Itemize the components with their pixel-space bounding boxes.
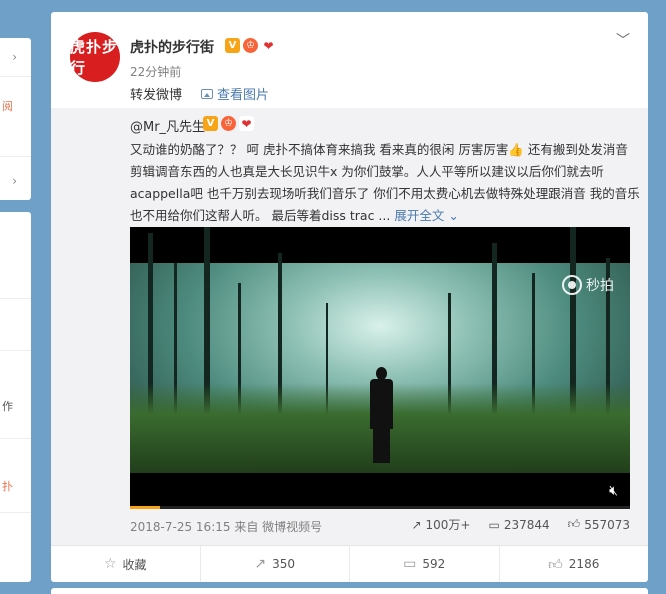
camera-icon <box>562 275 582 295</box>
next-feed-card <box>51 588 648 594</box>
mute-icon[interactable]: 🔇︎ <box>609 483 618 499</box>
repost-text: 又动谁的奶酪了？？ 呵 虎扑不搞体育来搞我 看来真的很闲 厉害厉害👍 还有搬到处… <box>130 139 640 227</box>
video-player[interactable]: 秒拍 🔇︎ <box>130 227 630 509</box>
like-icon: 👍︎ <box>567 517 581 531</box>
favorite-button[interactable]: ☆ 收藏 <box>51 546 201 582</box>
sidebar-item-hupu[interactable]: 扑 <box>0 478 31 494</box>
repost-forward-stat[interactable]: ↗ 100万+ <box>411 516 470 533</box>
repost-author[interactable]: @Mr_凡先生 <box>130 116 205 135</box>
repost-meta[interactable]: 2018-7-25 16:15 来自 微博视频号 <box>130 518 322 535</box>
sidebar-card-top: › 阅 › <box>0 38 31 200</box>
repost-comment-stat[interactable]: ▭ 237844 <box>488 516 549 533</box>
repost-body: 又动谁的奶酪了？？ 呵 虎扑不搞体育来搞我 看来真的很闲 厉害厉害👍 还有搬到处… <box>130 142 640 223</box>
image-icon <box>201 88 213 99</box>
forward-button[interactable]: ↗ 350 <box>201 546 350 582</box>
like-button[interactable]: 👍︎ 2186 <box>500 546 649 582</box>
comment-icon: ▭ <box>488 517 500 532</box>
comment-icon: ▭ <box>403 556 417 572</box>
verified-icon[interactable]: V <box>203 116 218 131</box>
feed-card: 虎扑步行 虎扑的步行街 V ♔ ❤ 22分钟前 ﹀ 转发微博 查看图片 @Mr_… <box>51 12 648 582</box>
repost-like-stat[interactable]: 👍︎ 557073 <box>568 516 630 533</box>
author-name[interactable]: 虎扑的步行街 <box>130 37 214 57</box>
comment-button[interactable]: ▭ 592 <box>350 546 500 582</box>
heart-icon[interactable]: ❤ <box>261 38 276 53</box>
heart-icon[interactable]: ❤ <box>239 116 254 131</box>
forward-icon: ↗ <box>411 517 422 532</box>
sidebar-item-subscribe[interactable]: 阅 <box>0 98 31 114</box>
avatar[interactable]: 虎扑步行 <box>70 32 120 82</box>
reposted-content: @Mr_凡先生 V ♔ ❤ 又动谁的奶酪了？？ 呵 虎扑不搞体育来搞我 看来真的… <box>51 108 648 545</box>
chevron-down-icon[interactable]: ﹀ <box>616 30 630 50</box>
star-icon: ☆ <box>103 556 117 572</box>
forward-icon: ↗ <box>254 556 267 572</box>
action-bar: ☆ 收藏 ↗ 350 ▭ 592 👍︎ 2186 <box>51 545 648 582</box>
post-time[interactable]: 22分钟前 <box>130 63 181 80</box>
like-icon: 👍︎ <box>548 556 563 573</box>
view-picture-label: 查看图片 <box>217 88 270 103</box>
chevron-right-icon[interactable]: › <box>12 174 17 188</box>
verified-icon[interactable]: V <box>225 38 240 53</box>
standing-figure <box>366 367 396 463</box>
view-picture-link[interactable]: 查看图片 <box>201 84 269 103</box>
sidebar-item-works[interactable]: 作 <box>0 398 31 414</box>
repost-author-badges: V ♔ ❤ <box>203 116 254 131</box>
crown-icon[interactable]: ♔ <box>221 116 236 131</box>
video-progress-fill <box>130 506 160 509</box>
crown-icon[interactable]: ♔ <box>243 38 258 53</box>
left-sidebar: › 阅 › 作 扑 <box>0 0 31 594</box>
sidebar-card-bottom: 作 扑 <box>0 212 31 582</box>
video-progress-bar[interactable] <box>130 506 630 509</box>
repost-label: 转发微博 <box>130 88 183 103</box>
video-frame <box>130 227 630 473</box>
chevron-right-icon[interactable]: › <box>12 50 17 64</box>
video-watermark: 秒拍 <box>562 275 614 295</box>
repost-stats: ↗ 100万+ ▭ 237844 👍︎ 557073 <box>411 516 630 533</box>
expand-full-text-link[interactable]: 展开全文 ⌄ <box>394 208 458 223</box>
author-badges: V ♔ ❤ <box>225 38 276 53</box>
